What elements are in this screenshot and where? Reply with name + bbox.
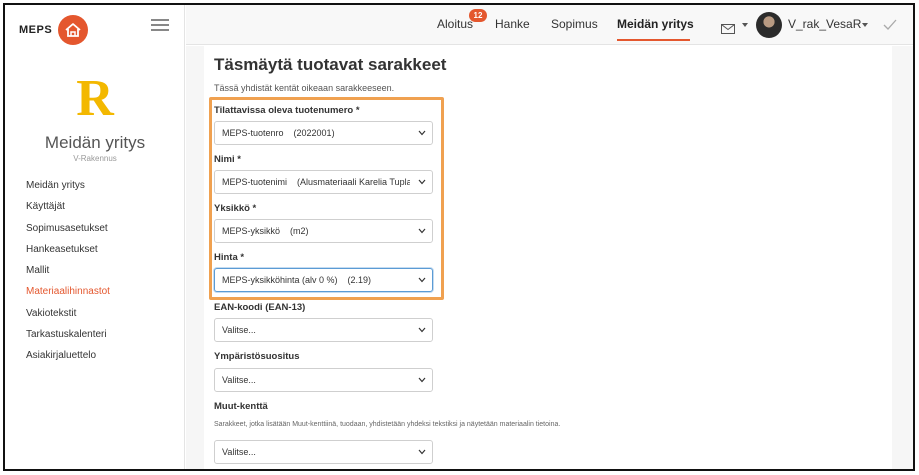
- sidebar-item-mallit[interactable]: Mallit: [26, 260, 110, 281]
- field-label-hinta: Hinta *: [214, 252, 245, 263]
- yksikko-select[interactable]: MEPS-yksikkö (m2): [214, 219, 433, 243]
- nimi-select[interactable]: MEPS-tuotenimi (Alusmateriaali Karelia T…: [214, 170, 433, 194]
- app-window: MEPS R Meidän yritys V-Rakennus Meidän y…: [3, 3, 915, 471]
- chevron-down-icon: [418, 327, 426, 333]
- tab-hanke[interactable]: Hanke: [495, 17, 530, 31]
- muut-select-value: Valitse...: [222, 447, 256, 457]
- ymparistosuositus-select-value: Valitse...: [222, 375, 256, 385]
- company-name: Meidän yritys: [44, 133, 146, 152]
- ymparistosuositus-select[interactable]: Valitse...: [214, 368, 433, 392]
- chevron-down-icon: [418, 179, 426, 185]
- field-label-nimi: Nimi *: [214, 154, 241, 165]
- sidebar-item-hankeasetukset[interactable]: Hankeasetukset: [26, 239, 110, 260]
- avatar[interactable]: [756, 12, 782, 38]
- mail-dropdown-caret-icon[interactable]: [742, 23, 748, 27]
- column-mapping-panel: Täsmäytä tuotavat sarakkeet Tässä yhdist…: [204, 46, 892, 469]
- check-icon[interactable]: [883, 18, 897, 36]
- sidebar: MEPS R Meidän yritys V-Rakennus Meidän y…: [5, 5, 185, 469]
- field-label-muut: Muut-kenttä: [214, 401, 268, 412]
- top-bar: Aloitus 12 Hanke Sopimus Meidän yritys V…: [186, 5, 913, 45]
- sidebar-item-asiakirjaluettelo[interactable]: Asiakirjaluettelo: [26, 345, 110, 366]
- field-label-yksikko: Yksikkö *: [214, 203, 257, 214]
- chevron-down-icon: [418, 130, 426, 136]
- tuotenumero-select-value: MEPS-tuotenro (2022001): [222, 128, 335, 138]
- active-tab-indicator: [617, 39, 690, 41]
- menu-toggle-icon[interactable]: [151, 19, 169, 33]
- sidebar-nav: Meidän yritys Käyttäjät Sopimusasetukset…: [26, 175, 110, 367]
- mail-icon[interactable]: [721, 21, 735, 39]
- sidebar-item-tarkastuskalenteri[interactable]: Tarkastuskalenteri: [26, 324, 110, 345]
- nimi-select-value: MEPS-tuotenimi (Alusmateriaali Karelia T…: [222, 177, 410, 187]
- page-description: Tässä yhdistät kentät oikeaan sarakkeese…: [214, 83, 395, 93]
- hinta-select[interactable]: MEPS-yksikköhinta (alv 0 %) (2.19): [214, 268, 433, 292]
- house-logo-icon: [58, 15, 89, 45]
- notification-badge: 12: [469, 9, 487, 22]
- company-logo: R: [76, 70, 114, 127]
- sidebar-item-vakiotekstit[interactable]: Vakiotekstit: [26, 303, 110, 324]
- sidebar-item-kayttajat[interactable]: Käyttäjät: [26, 196, 110, 217]
- field-label-tuotenumero: Tilattavissa oleva tuotenumero *: [214, 105, 360, 116]
- sidebar-item-materiaalihinnastot[interactable]: Materiaalihinnastot: [26, 281, 110, 302]
- tuotenumero-select[interactable]: MEPS-tuotenro (2022001): [214, 121, 433, 145]
- ean-select-value: Valitse...: [222, 325, 256, 335]
- page-title: Täsmäytä tuotavat sarakkeet: [214, 55, 447, 74]
- user-name[interactable]: V_rak_VesaR: [788, 17, 861, 31]
- chevron-down-icon: [418, 449, 426, 455]
- main-content: Täsmäytä tuotavat sarakkeet Tässä yhdist…: [186, 46, 913, 469]
- muut-select[interactable]: Valitse...: [214, 440, 433, 464]
- tab-aloitus[interactable]: Aloitus: [437, 17, 473, 31]
- chevron-down-icon: [418, 228, 426, 234]
- field-label-ymparistosuositus: Ympäristösuositus: [214, 351, 300, 362]
- yksikko-select-value: MEPS-yksikkö (m2): [222, 226, 309, 236]
- company-subtitle: V-Rakennus: [73, 154, 117, 163]
- field-label-ean: EAN-koodi (EAN-13): [214, 302, 306, 313]
- chevron-down-icon: [418, 277, 426, 283]
- brand-name: MEPS: [19, 24, 53, 36]
- hinta-select-value: MEPS-yksikköhinta (alv 0 %) (2.19): [222, 275, 372, 285]
- tab-meidan-yritys[interactable]: Meidän yritys: [617, 17, 694, 31]
- tab-sopimus[interactable]: Sopimus: [551, 17, 598, 31]
- sidebar-item-meidan-yritys[interactable]: Meidän yritys: [26, 175, 110, 196]
- user-dropdown-caret-icon[interactable]: [862, 23, 868, 27]
- chevron-down-icon: [418, 377, 426, 383]
- ean-select[interactable]: Valitse...: [214, 318, 433, 342]
- brand[interactable]: MEPS: [19, 13, 89, 47]
- sidebar-item-sopimusasetukset[interactable]: Sopimusasetukset: [26, 218, 110, 239]
- muut-field-hint: Sarakkeet, jotka lisätään Muut-kenttiinä…: [214, 421, 561, 428]
